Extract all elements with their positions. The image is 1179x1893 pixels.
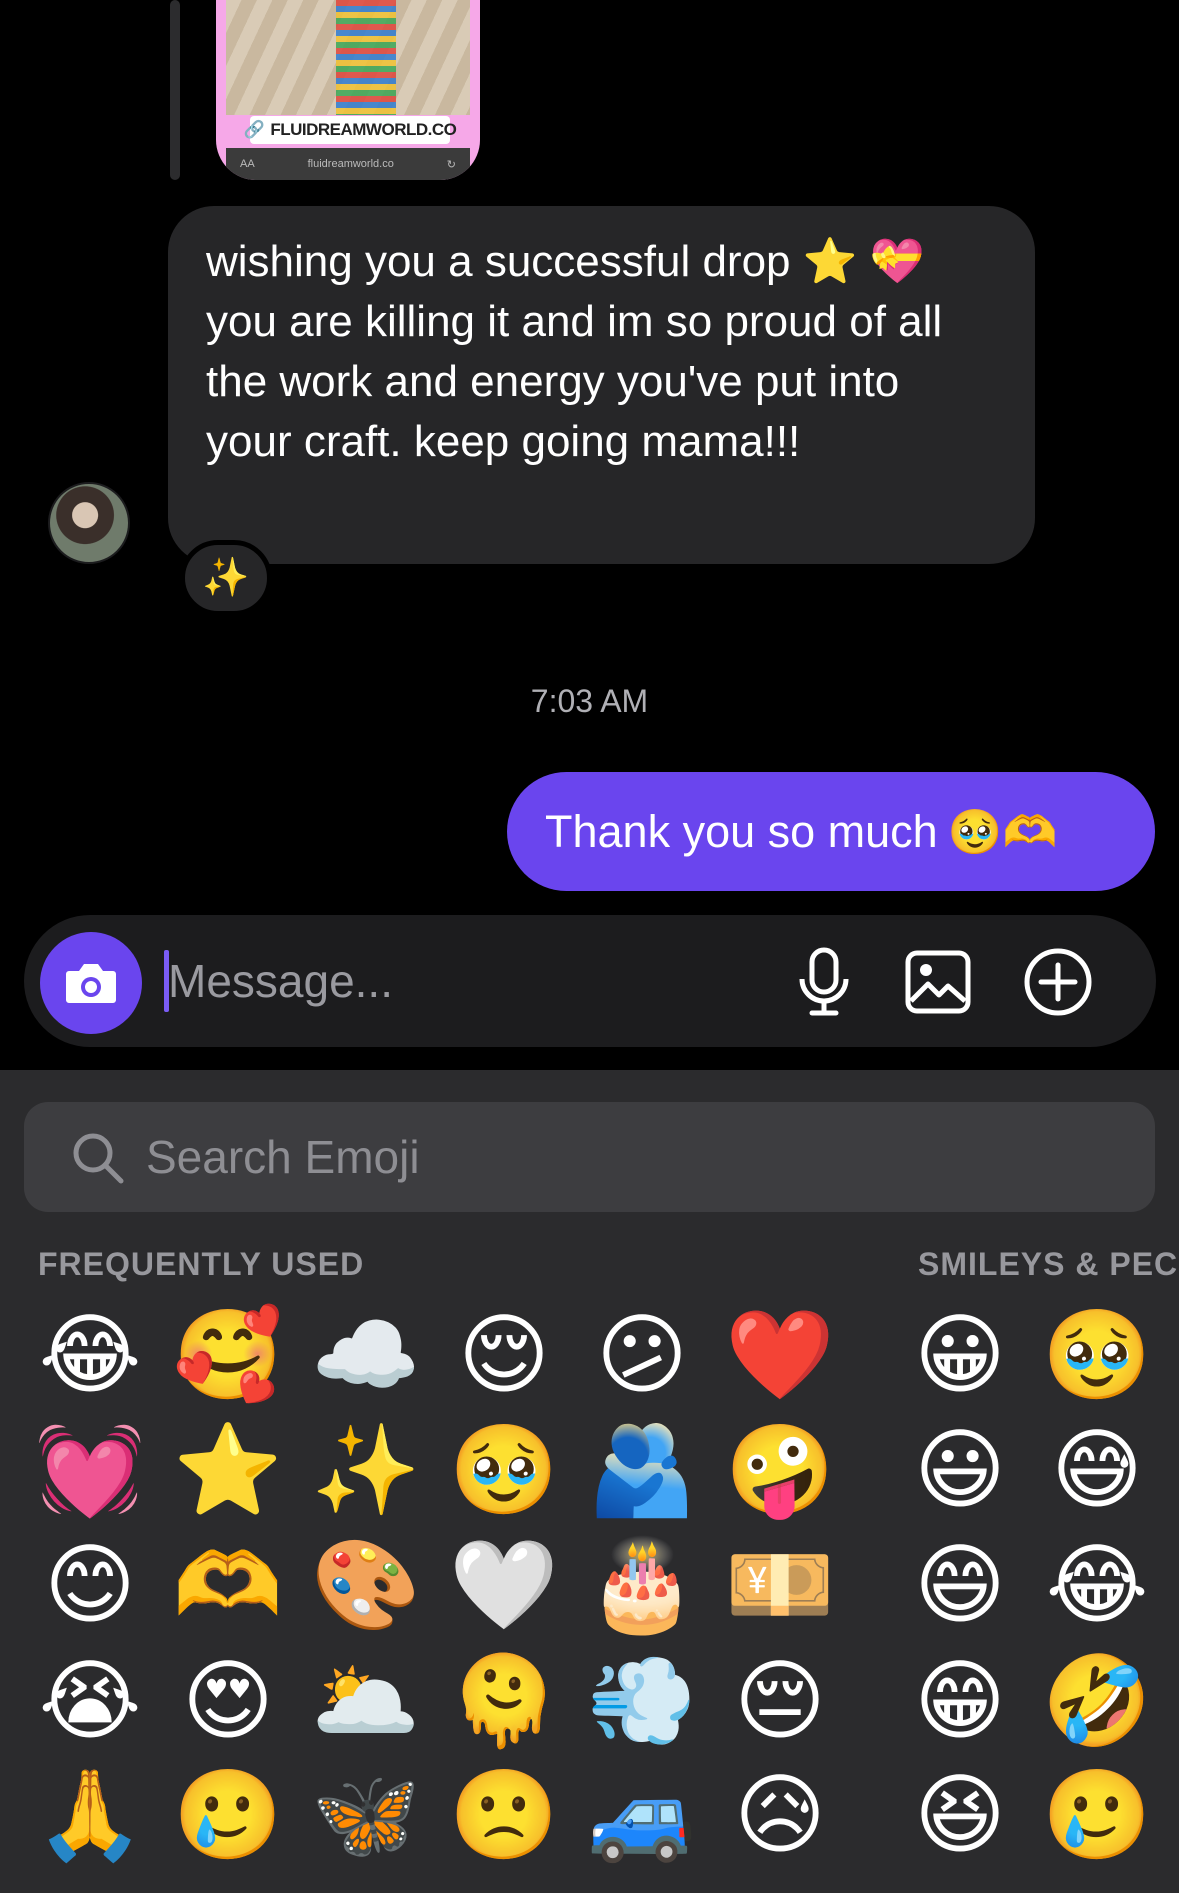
microphone-icon [799, 947, 849, 1016]
emoji-key[interactable]: 😥 [725, 1760, 835, 1870]
emoji-key[interactable]: ☁️ [311, 1300, 421, 1410]
section-label-smileys: SMILEYS & PEC [918, 1246, 1179, 1282]
emoji-key[interactable]: 😌 [449, 1300, 559, 1410]
message-reaction[interactable]: ✨ [180, 540, 272, 616]
emoji-key[interactable]: 🫂 [587, 1415, 697, 1525]
emoji-key[interactable]: 🥲 [1042, 1760, 1152, 1870]
link-preview-card[interactable]: 🔗 FLUIDREAMWORLD.CO AA fluidreamworld.co… [216, 0, 480, 180]
preview-tag-label: FLUIDREAMWORLD.CO [270, 120, 457, 139]
emoji-key[interactable]: 🥲 [173, 1760, 283, 1870]
preview-url: fluidreamworld.co [307, 158, 394, 170]
emoji-key[interactable]: 😀 [905, 1300, 1015, 1410]
emoji-key[interactable]: 😊 [35, 1530, 145, 1640]
reload-icon: ↻ [446, 158, 456, 171]
emoji-key[interactable]: ⭐ [173, 1415, 283, 1525]
emoji-key[interactable]: 🫠 [449, 1646, 559, 1756]
gallery-button[interactable] [900, 944, 976, 1020]
sent-message-text: Thank you so much [545, 805, 938, 857]
emoji-key[interactable]: 😂 [35, 1300, 145, 1410]
camera-button[interactable] [40, 932, 142, 1034]
emoji-key[interactable]: 🤍 [449, 1530, 559, 1640]
emoji-key[interactable]: 🤣 [1042, 1646, 1152, 1756]
emoji-key[interactable]: 😄 [905, 1530, 1015, 1640]
thread-line [170, 0, 180, 180]
emoji-search-input[interactable] [146, 1128, 1046, 1186]
section-label-frequently-used: FREQUENTLY USED [38, 1246, 365, 1282]
avatar[interactable] [48, 482, 130, 564]
preview-beads [336, 0, 396, 115]
message-input[interactable] [168, 948, 768, 1014]
sent-message-bubble[interactable]: Thank you so much 🥹🫶 [507, 772, 1155, 891]
emoji-key[interactable]: 🥹 [449, 1415, 559, 1525]
sent-message-emojis: 🥹🫶 [947, 807, 1058, 857]
emoji-key[interactable]: 😆 [905, 1760, 1015, 1870]
camera-icon [66, 964, 116, 1003]
text-size-label: AA [240, 158, 255, 170]
emoji-key[interactable]: 🥹 [1042, 1300, 1152, 1410]
preview-link-tag[interactable]: 🔗 FLUIDREAMWORLD.CO [244, 116, 457, 144]
emoji-key[interactable]: 😭 [35, 1646, 145, 1756]
message-timestamp: 7:03 AM [530, 683, 649, 719]
emoji-key[interactable]: 😃 [905, 1415, 1015, 1525]
received-message-bubble[interactable]: wishing you a successful drop ⭐ 💝 you ar… [168, 206, 1035, 564]
plus-circle-icon [1024, 948, 1092, 1016]
emoji-key[interactable]: 🎨 [311, 1530, 421, 1640]
emoji-key[interactable]: 😁 [905, 1646, 1015, 1756]
emoji-key[interactable]: 🫶 [173, 1530, 283, 1640]
emoji-key[interactable]: 🌥️ [311, 1646, 421, 1756]
emoji-key[interactable]: 🥰 [173, 1300, 283, 1410]
emoji-key[interactable]: 😅 [1042, 1415, 1152, 1525]
emoji-key[interactable]: 😕 [587, 1300, 697, 1410]
add-attachment-button[interactable] [1020, 944, 1096, 1020]
emoji-key[interactable]: 😂 [1042, 1530, 1152, 1640]
emoji-key[interactable]: 😍 [173, 1646, 283, 1756]
received-message-text: wishing you a successful drop ⭐ 💝 you ar… [206, 237, 943, 466]
preview-browser-bar: AA fluidreamworld.co ↻ [226, 148, 470, 180]
sparkles-reaction-icon: ✨ [202, 557, 250, 599]
emoji-key[interactable]: 🙁 [449, 1760, 559, 1870]
microphone-button[interactable] [786, 944, 862, 1020]
emoji-key[interactable]: 🚙 [587, 1760, 697, 1870]
link-icon: 🔗 [243, 120, 265, 139]
emoji-key[interactable]: 🤪 [725, 1415, 835, 1525]
emoji-key[interactable]: 🎂 [587, 1530, 697, 1640]
emoji-key[interactable]: 🦋 [311, 1760, 421, 1870]
emoji-key[interactable]: ❤️ [725, 1300, 835, 1410]
search-icon [73, 1133, 124, 1184]
emoji-key[interactable]: 😔 [725, 1646, 835, 1756]
emoji-key[interactable]: 💴 [725, 1530, 835, 1640]
image-icon [905, 950, 971, 1014]
emoji-key[interactable]: 🙏 [35, 1760, 145, 1870]
emoji-key[interactable]: ✨ [311, 1415, 421, 1525]
emoji-key[interactable]: 💨 [587, 1646, 697, 1756]
emoji-key[interactable]: 💓 [35, 1415, 145, 1525]
